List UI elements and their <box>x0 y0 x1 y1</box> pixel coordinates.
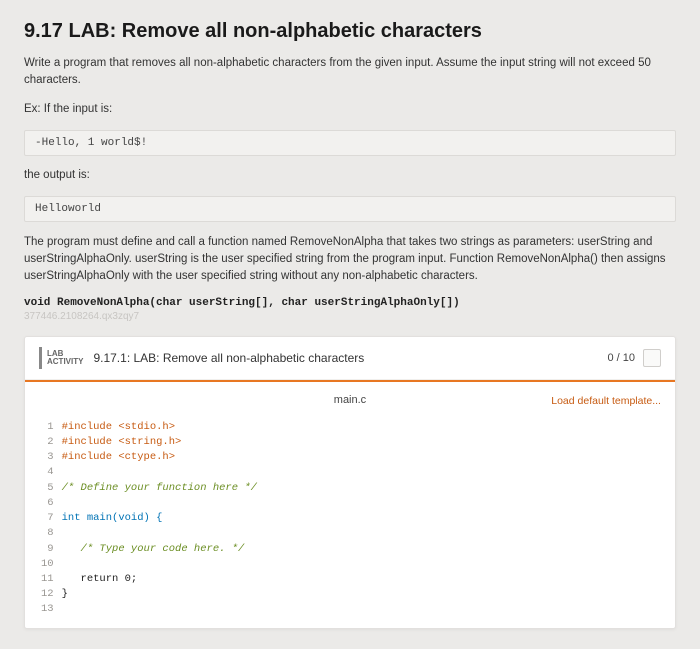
score-box-icon <box>643 349 661 367</box>
activity-title: 9.17.1: LAB: Remove all non-alphabetic c… <box>93 351 607 365</box>
lab-badge: LAB ACTIVITY <box>39 347 83 369</box>
activity-header: LAB ACTIVITY 9.17.1: LAB: Remove all non… <box>25 337 675 380</box>
code-line: /* Define your function here */ <box>62 482 257 494</box>
output-example-box: Helloworld <box>24 196 676 222</box>
code-line: return 0; <box>62 573 138 585</box>
lab-badge-line2: ACTIVITY <box>47 358 83 366</box>
code-line: #include <string.h> <box>62 436 182 448</box>
activity-card: LAB ACTIVITY 9.17.1: LAB: Remove all non… <box>24 336 676 629</box>
code-line: int main(void) { <box>62 512 163 524</box>
code-line: #include <stdio.h> <box>62 421 175 433</box>
faint-id: 377446.2108264.qx3zqy7 <box>24 311 676 322</box>
program-desc: The program must define and call a funct… <box>24 234 676 286</box>
code-line: /* Type your code here. */ <box>62 543 245 555</box>
score-text: 0 / 10 <box>607 352 635 364</box>
line-gutter: 12345678910111213 <box>25 420 62 618</box>
code-line: } <box>62 588 68 600</box>
code-line: #include <ctype.h> <box>62 451 175 463</box>
code-content[interactable]: #include <stdio.h> #include <string.h> #… <box>62 420 257 618</box>
input-example-box: -Hello, 1 world$! <box>24 130 676 156</box>
output-is: the output is: <box>24 167 676 184</box>
function-declaration: void RemoveNonAlpha(char userString[], c… <box>24 297 676 309</box>
load-default-template-link[interactable]: Load default template... <box>551 395 661 407</box>
file-row: main.c Load default template... <box>25 382 675 414</box>
intro-text: Write a program that removes all non-alp… <box>24 55 676 90</box>
page-title: 9.17 LAB: Remove all non-alphabetic char… <box>24 20 676 43</box>
code-editor[interactable]: 12345678910111213 #include <stdio.h> #in… <box>25 414 675 628</box>
file-tab[interactable]: main.c <box>246 390 453 410</box>
ex-if-input: Ex: If the input is: <box>24 101 676 118</box>
